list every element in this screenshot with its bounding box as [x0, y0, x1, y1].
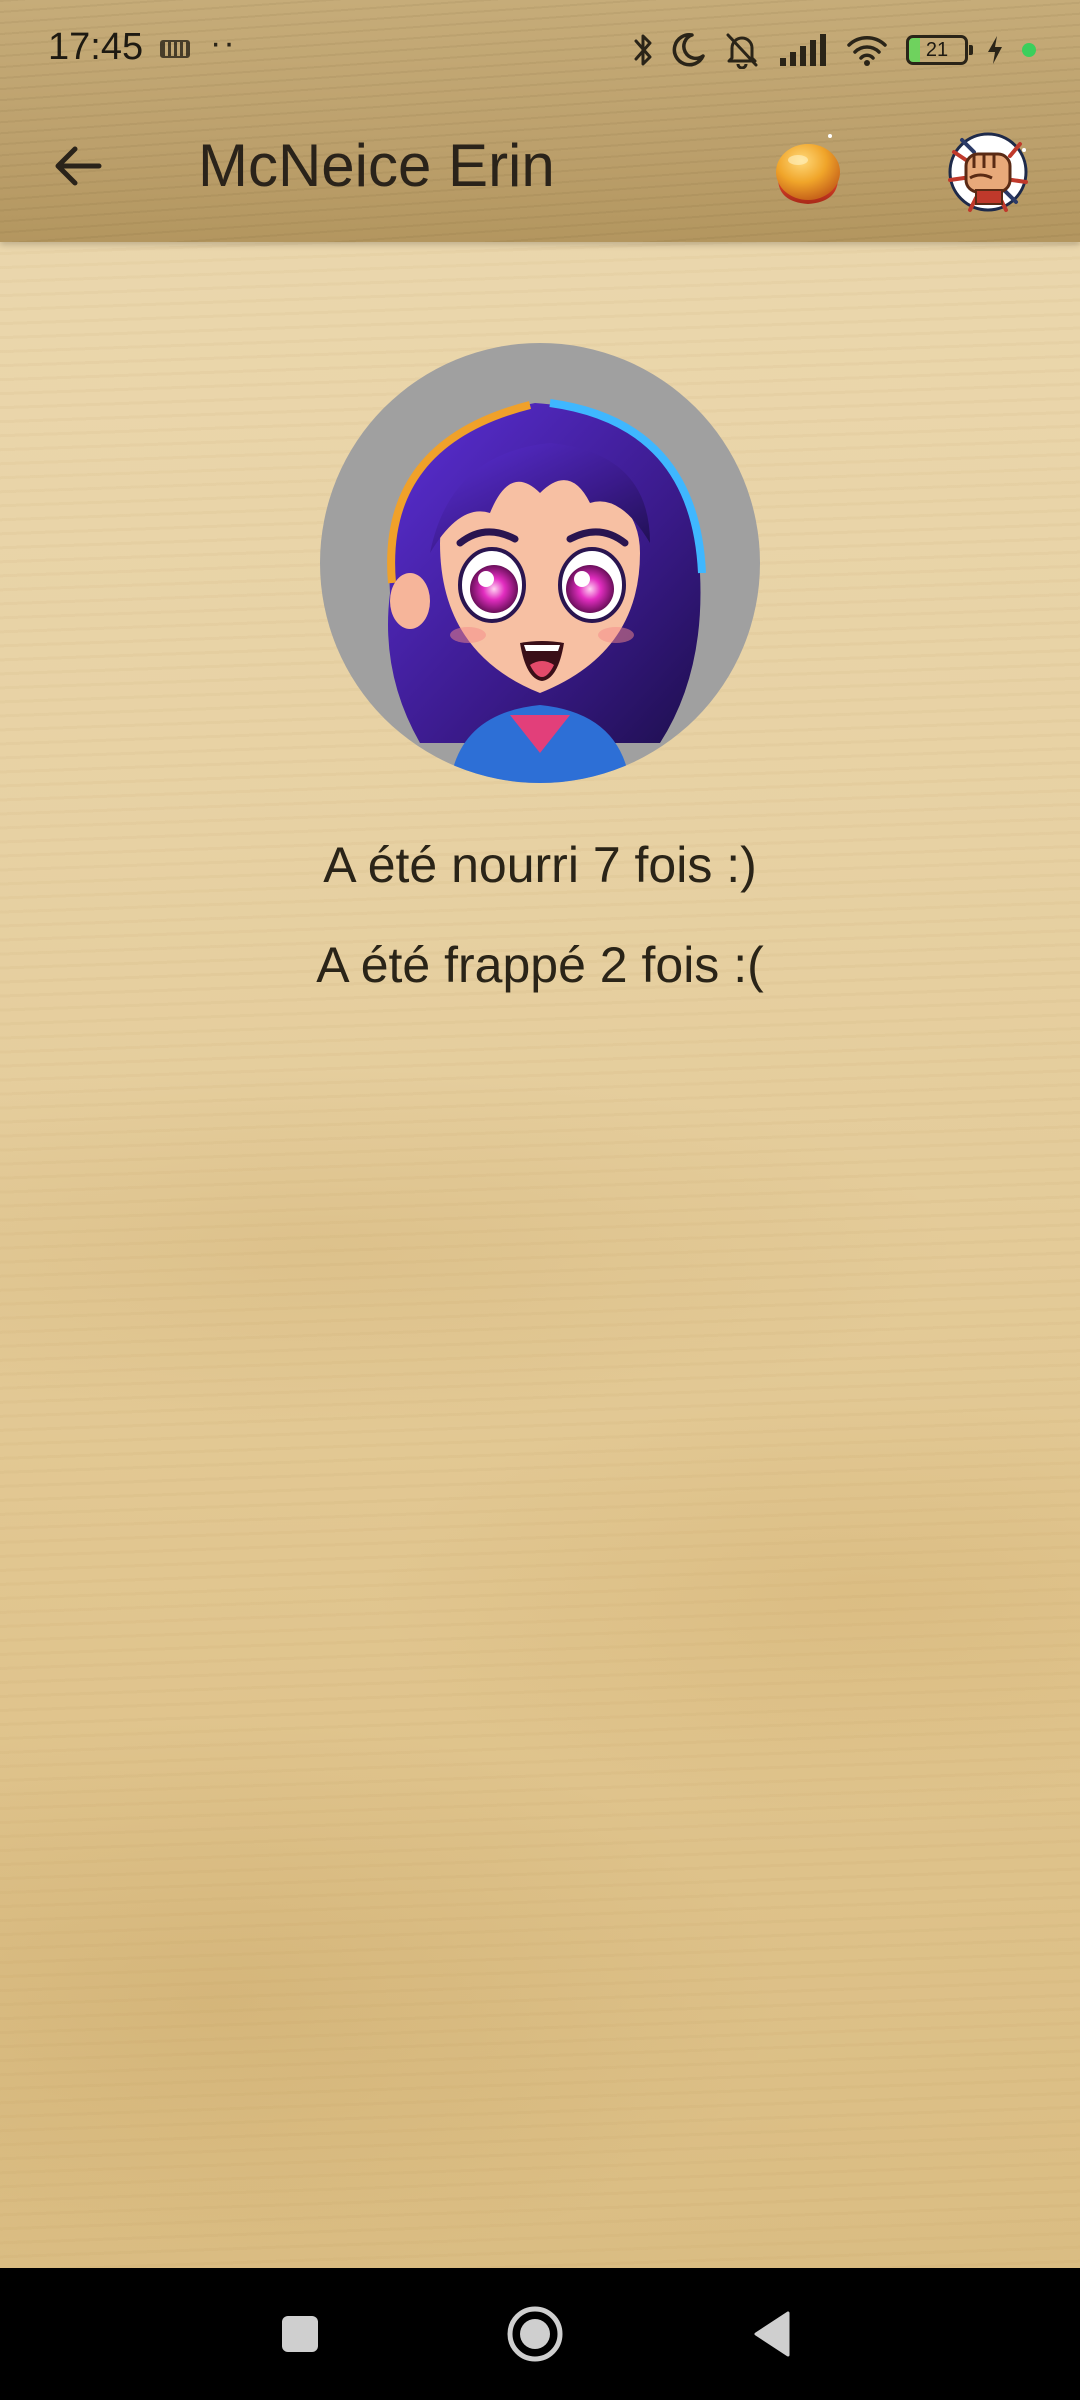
circle-home-icon [507, 2306, 563, 2362]
bell-off-icon [724, 31, 760, 69]
signal-icon [778, 34, 828, 66]
hit-count-text: A été frappé 2 fois :( [316, 937, 764, 993]
status-bar: 17:45 ·· 21 [0, 0, 1080, 100]
bread-icon [776, 134, 840, 204]
anime-girl-avatar-icon [387, 399, 706, 783]
triangle-back-icon [754, 2311, 790, 2357]
status-dots: ·· [210, 24, 237, 62]
fed-count-text: A été nourri 7 fois :) [323, 837, 757, 893]
feed-button[interactable] [768, 128, 848, 212]
battery-icon: 21 [906, 35, 973, 65]
navigation-bar [0, 2268, 1080, 2400]
status-icons: 21 [632, 28, 1036, 72]
page-title: McNeice Erin [198, 132, 555, 199]
header-background: 17:45 ·· 21 McNeice Erin [0, 0, 1080, 242]
charging-icon [986, 35, 1004, 65]
home-button[interactable] [499, 2298, 571, 2370]
battery-level: 21 [925, 38, 949, 61]
punch-button[interactable] [940, 122, 1036, 218]
keyboard-icon [160, 40, 190, 58]
arrow-left-icon [55, 146, 102, 186]
screen: 17:45 ·· 21 McNeice Erin A été nourri 7 … [0, 0, 1080, 2400]
moon-icon [672, 32, 706, 68]
status-time: 17:45 [48, 26, 144, 68]
recents-button[interactable] [264, 2298, 336, 2370]
green-dot-icon [1022, 43, 1036, 57]
nav-back-button[interactable] [736, 2298, 808, 2370]
back-button[interactable] [40, 128, 116, 204]
bluetooth-icon [632, 32, 654, 68]
avatar [320, 343, 760, 783]
square-recents-icon [282, 2316, 318, 2352]
punch-fist-icon [948, 132, 1028, 212]
app-bar: McNeice Erin [0, 100, 1080, 242]
wifi-icon [846, 34, 888, 66]
